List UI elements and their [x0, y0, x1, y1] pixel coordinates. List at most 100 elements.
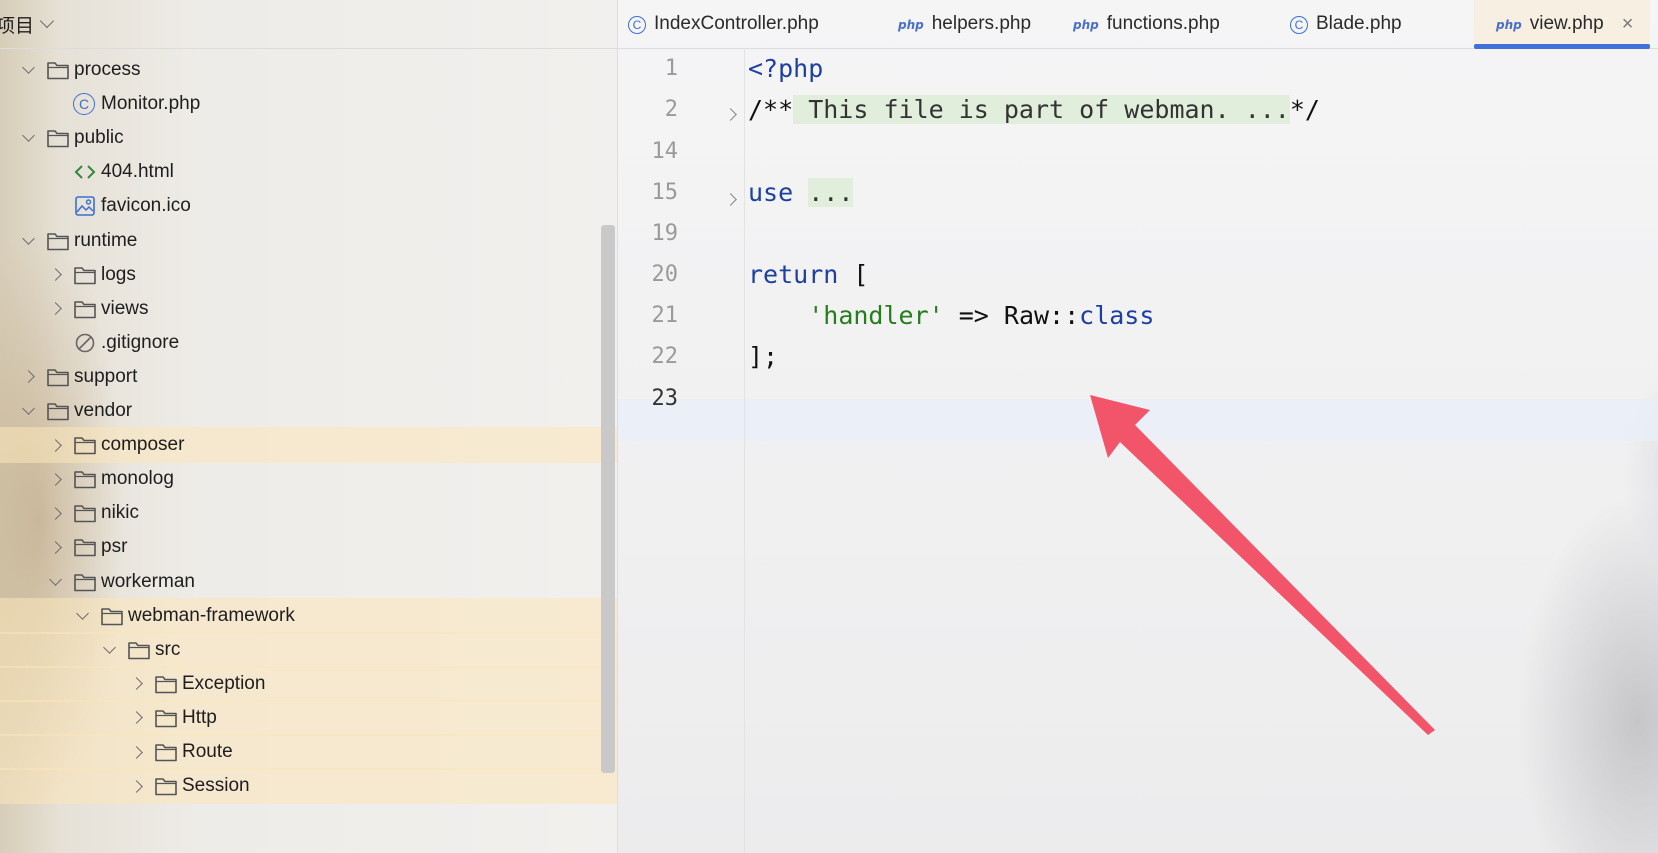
tree-item-label: views [101, 297, 149, 319]
tree-item-label: process [74, 59, 141, 80]
tab-label: view.php [1529, 13, 1604, 34]
tab-label: IndexController.php [654, 13, 819, 34]
php-class-icon: C [73, 93, 97, 116]
code-line-1[interactable]: <?php [748, 54, 823, 83]
folder-icon [73, 536, 97, 558]
tree-item-views[interactable]: views [0, 291, 618, 327]
chevron-down-icon[interactable] [22, 129, 35, 143]
code-line-2[interactable]: /** This file is part of webman. ...*/ [748, 95, 1320, 124]
chevron-right-icon[interactable] [49, 438, 62, 452]
active-tab-indicator [1474, 44, 1650, 49]
gutter-divider [744, 48, 745, 853]
tree-item-webman-framework[interactable]: webman-framework [0, 597, 618, 634]
php-class-icon: C [1290, 13, 1308, 35]
chevron-down-icon[interactable] [103, 640, 116, 654]
chevron-right-icon[interactable] [49, 268, 62, 281]
tab-functions-php[interactable]: php functions.php [1073, 0, 1253, 48]
chevron-down-icon[interactable] [49, 572, 62, 586]
php-file-icon: php [1496, 18, 1522, 32]
tab-helpers-php[interactable]: php helpers.php [898, 0, 1058, 48]
folder-icon [46, 366, 70, 388]
tree-item-monolog[interactable]: monolog [0, 461, 618, 497]
php-file-icon: php [1073, 18, 1099, 32]
chevron-down-icon[interactable] [22, 402, 35, 415]
tree-item-favicon-ico[interactable]: favicon.ico [0, 188, 618, 224]
tree-item-label: nikic [101, 502, 140, 524]
tree-item-label: workerman [101, 570, 195, 592]
code-line-15[interactable]: use ... [748, 178, 854, 207]
project-panel-title: 项目 [0, 15, 35, 37]
tree-item-label: vendor [74, 400, 133, 421]
tree-item-public[interactable]: public [0, 120, 618, 156]
folder-icon [73, 571, 97, 593]
chevron-down-icon[interactable] [76, 606, 89, 620]
tree-item-label: Exception [182, 672, 266, 694]
tab-indexcontroller-php[interactable]: C IndexController.php [628, 0, 838, 48]
chevron-right-icon[interactable] [130, 677, 143, 691]
folder-icon [154, 673, 178, 695]
image-file-icon [73, 195, 97, 217]
tree-item-support[interactable]: support [0, 359, 618, 395]
close-icon[interactable]: × [1622, 13, 1634, 36]
chevron-right-icon[interactable] [49, 541, 62, 554]
tree-item-runtime[interactable]: runtime [0, 223, 618, 259]
chevron-down-icon[interactable] [39, 13, 55, 29]
gitignore-icon [73, 332, 97, 354]
tree-item-composer[interactable]: composer [0, 427, 618, 464]
tree-item-psr[interactable]: psr [0, 529, 618, 565]
current-line-number: 23 [651, 386, 679, 411]
code-line-20[interactable]: return [ [748, 260, 868, 289]
tree-item-label: Route [182, 741, 233, 762]
code-line-21[interactable]: 'handler' => Raw::class [748, 301, 1154, 330]
tree-item-nikic[interactable]: nikic [0, 495, 618, 531]
chevron-down-icon[interactable] [22, 61, 35, 74]
tree-item-label: monolog [101, 468, 174, 490]
tree-scrollbar[interactable] [601, 225, 615, 773]
tree-item-vendor[interactable]: vendor [0, 393, 618, 429]
chevron-right-icon[interactable] [49, 506, 62, 520]
chevron-right-icon[interactable] [130, 711, 143, 725]
code-line-22[interactable]: ]; [748, 342, 778, 371]
folder-icon [46, 127, 70, 149]
tree-item-label: 404.html [101, 161, 174, 183]
chevron-right-icon[interactable] [49, 302, 62, 316]
chevron-right-icon[interactable] [49, 472, 62, 486]
tree-item-label: favicon.ico [101, 195, 191, 217]
tree-item-label: Monitor.php [101, 93, 201, 115]
tree-item-exception[interactable]: Exception [0, 665, 618, 702]
tree-item-http[interactable]: Http [0, 699, 618, 736]
chevron-right-icon[interactable] [130, 779, 143, 793]
chevron-right-icon[interactable] [22, 370, 35, 384]
editor-tab-bar: C IndexController.php php helpers.php php fun… [618, 0, 1658, 49]
tree-item-workerman[interactable]: workerman [0, 564, 618, 600]
tab-label: Blade.php [1316, 13, 1402, 34]
php-class-icon: C [628, 13, 646, 35]
chevron-right-icon[interactable] [130, 745, 143, 759]
folder-icon [154, 741, 178, 763]
tree-item-gitignore[interactable]: .gitignore [0, 325, 618, 361]
tree-item-label: .gitignore [101, 331, 180, 353]
folder-icon [100, 605, 124, 627]
line-number: 14 [651, 139, 679, 164]
project-panel-header[interactable]: 项目 [0, 0, 618, 49]
tab-view-php[interactable]: php view.php × [1474, 0, 1650, 49]
line-number: 19 [651, 221, 679, 246]
folder-icon [46, 230, 70, 252]
tree-item-session[interactable]: Session [0, 768, 618, 805]
folder-icon [46, 59, 70, 81]
tree-item-process[interactable]: process [0, 52, 618, 88]
php-file-icon: php [898, 18, 924, 32]
tree-item-src[interactable]: src [0, 631, 618, 668]
tree-item-label: Session [182, 775, 250, 797]
tab-blade-php[interactable]: C Blade.php [1290, 0, 1440, 48]
folder-icon [127, 639, 151, 661]
tree-item-route[interactable]: Route [0, 734, 618, 770]
tab-label: helpers.php [931, 13, 1032, 34]
chevron-down-icon[interactable] [22, 231, 35, 245]
folder-icon [73, 264, 97, 286]
tree-item-monitor-php[interactable]: C Monitor.php [0, 86, 618, 122]
tree-item-404-html[interactable]: 404.html [0, 154, 618, 190]
tree-item-logs[interactable]: logs [0, 257, 618, 293]
line-number: 20 [651, 262, 679, 287]
line-number: 15 [651, 180, 679, 205]
